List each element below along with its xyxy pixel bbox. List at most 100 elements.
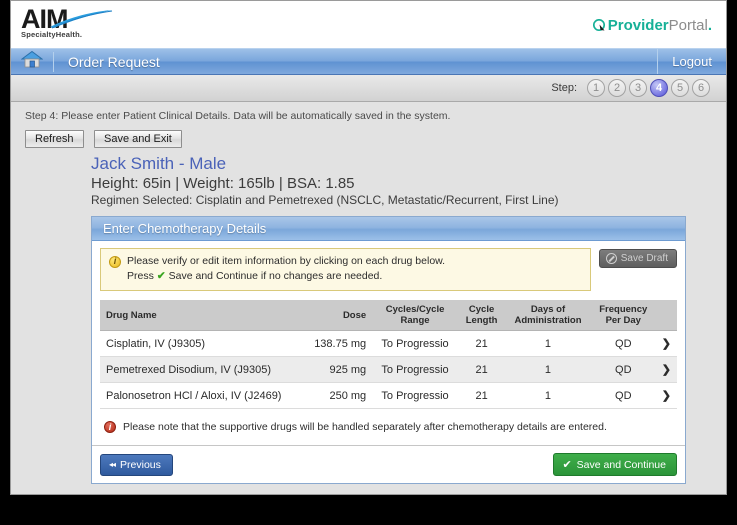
providerportal-portal-text: Portal (668, 17, 708, 34)
save-and-continue-button[interactable]: ✔ Save and Continue (553, 453, 677, 476)
cell-days: 1 (505, 382, 591, 409)
column-header-length-line1: Cycle (468, 304, 495, 315)
application-window: AIM SpecialtyHealth. ProviderPortal. Ord… (10, 0, 727, 495)
providerportal-mark-icon (592, 18, 606, 32)
refresh-button[interactable]: Refresh (25, 130, 84, 148)
alert-press-label: Press (127, 270, 154, 282)
row-expand-chevron-icon[interactable]: ❯ (655, 356, 677, 383)
patient-regimen: Regimen Selected: Cisplatin and Pemetrex… (91, 193, 559, 207)
step-circle-4[interactable]: 4 (650, 79, 668, 97)
column-header-length-line2: Length (465, 315, 498, 326)
column-header-frequency: Frequency Per Day (590, 300, 656, 331)
info-icon-red: i (104, 421, 116, 433)
cell-days: 1 (505, 330, 591, 357)
step-instruction-text: Step 4: Please enter Patient Clinical De… (25, 110, 451, 122)
page-content: Step 4: Please enter Patient Clinical De… (11, 102, 726, 207)
column-header-dose: Dose (302, 300, 373, 331)
rewind-icon: ◂◂ (109, 460, 116, 469)
alert-message-2: Save and Continue if no changes are need… (168, 270, 383, 282)
verify-alert-box: i Please verify or edit item information… (100, 248, 591, 291)
page-title: Order Request (68, 53, 160, 70)
aim-logo: AIM SpecialtyHealth. (21, 4, 113, 44)
alert-row: i Please verify or edit item information… (100, 248, 677, 291)
form-action-buttons: Refresh Save and Exit (25, 129, 712, 148)
cell-drug-name: Pemetrexed Disodium, IV (J9305) (100, 356, 303, 383)
cell-cycles: To Progressio (372, 356, 458, 383)
column-header-cycles: Cycles/Cycle Range (372, 300, 458, 331)
cell-cycles: To Progressio (372, 382, 458, 409)
supportive-drugs-note: i Please note that the supportive drugs … (100, 409, 677, 445)
cell-dose: 925 mg (302, 356, 373, 383)
column-header-expand (655, 300, 677, 331)
step-indicator-bar: Step: 1 2 3 4 5 6 (11, 75, 726, 102)
column-header-days-line2: Administration (514, 315, 582, 326)
alert-message-1: Please verify or edit item information b… (127, 255, 446, 267)
chemotherapy-drug-table: Drug Name Dose Cycles/Cycle Range Cycle … (100, 300, 677, 409)
cell-frequency: QD (590, 356, 656, 383)
column-header-cycles-line1: Cycles/Cycle (385, 304, 445, 315)
patient-name: Jack Smith - Male (91, 154, 227, 173)
panel-title: Enter Chemotherapy Details (92, 217, 685, 241)
providerportal-dot: . (707, 17, 712, 34)
step-circle-1[interactable]: 1 (587, 79, 605, 97)
patient-summary: Jack Smith - Male Height: 65in | Weight:… (25, 154, 712, 207)
table-row[interactable]: Palonosetron HCl / Aloxi, IV (J2469) 250… (100, 382, 677, 409)
previous-button[interactable]: ◂◂ Previous (100, 453, 173, 476)
step-circle-5[interactable]: 5 (671, 79, 689, 97)
cell-cycle-length: 21 (457, 356, 506, 383)
providerportal-provider-text: Provider (607, 17, 669, 34)
cell-frequency: QD (590, 382, 656, 409)
home-icon (20, 50, 44, 73)
panel-footer: ◂◂ Previous ✔ Save and Continue (92, 445, 685, 483)
main-navbar: Order Request Logout (11, 48, 726, 75)
step-label: Step: (551, 82, 577, 94)
cell-frequency: QD (590, 330, 656, 357)
cell-dose: 250 mg (302, 382, 373, 409)
cell-days: 1 (505, 356, 591, 383)
table-header: Drug Name Dose Cycles/Cycle Range Cycle … (100, 300, 677, 331)
column-header-freq-line1: Frequency (599, 304, 648, 315)
home-button[interactable] (11, 49, 53, 74)
alert-second-line: Press ✔ Save and Continue if no changes … (109, 269, 582, 284)
column-header-cycles-line2: Range (400, 315, 430, 326)
cell-cycle-length: 21 (457, 382, 506, 409)
column-header-days-line1: Days of (530, 304, 566, 315)
step-circle-6[interactable]: 6 (692, 79, 710, 97)
table-row[interactable]: Pemetrexed Disodium, IV (J9305) 925 mg T… (100, 356, 677, 383)
table-body: Cisplatin, IV (J9305) 138.75 mg To Progr… (100, 330, 677, 409)
panel-body: i Please verify or edit item information… (92, 241, 685, 445)
row-expand-chevron-icon[interactable]: ❯ (655, 382, 677, 409)
column-header-drug-name: Drug Name (100, 300, 303, 331)
check-icon-green: ✔ (156, 270, 166, 282)
cell-dose: 138.75 mg (302, 330, 373, 357)
step-circle-3[interactable]: 3 (629, 79, 647, 97)
logout-button[interactable]: Logout (657, 49, 726, 74)
alert-first-line: i Please verify or edit item information… (109, 254, 582, 269)
chemotherapy-details-panel: Enter Chemotherapy Details i Please veri… (91, 216, 686, 484)
check-icon: ✔ (562, 459, 572, 471)
aim-logo-text: AIM (21, 4, 69, 34)
row-expand-chevron-icon[interactable]: ❯ (655, 330, 677, 357)
cell-cycle-length: 21 (457, 330, 506, 357)
save-draft-label: Save Draft (620, 253, 668, 264)
cell-drug-name: Palonosetron HCl / Aloxi, IV (J2469) (100, 382, 303, 409)
step-circle-2[interactable]: 2 (608, 79, 626, 97)
patient-vitals: Height: 65in | Weight: 165lb | BSA: 1.85 (91, 175, 355, 192)
supportive-drugs-note-text: Please note that the supportive drugs wi… (123, 421, 607, 433)
aim-logo-tagline: SpecialtyHealth. (21, 30, 83, 39)
cell-cycles: To Progressio (372, 330, 458, 357)
save-and-exit-button[interactable]: Save and Exit (93, 130, 182, 148)
brand-header: AIM SpecialtyHealth. ProviderPortal. (11, 1, 726, 48)
column-header-freq-line2: Per Day (605, 315, 641, 326)
previous-button-label: Previous (120, 458, 161, 471)
providerportal-logo: ProviderPortal. (592, 17, 712, 34)
column-header-cycle-length: Cycle Length (457, 300, 506, 331)
save-draft-button[interactable]: Save Draft (598, 249, 677, 268)
table-row[interactable]: Cisplatin, IV (J9305) 138.75 mg To Progr… (100, 330, 677, 357)
info-icon-yellow: i (109, 255, 121, 268)
column-header-days-of-administration: Days of Administration (505, 300, 591, 331)
cell-drug-name: Cisplatin, IV (J9305) (100, 330, 303, 357)
save-and-continue-label: Save and Continue (576, 458, 666, 471)
save-draft-icon (605, 253, 617, 264)
table-header-row: Drug Name Dose Cycles/Cycle Range Cycle … (100, 300, 677, 331)
